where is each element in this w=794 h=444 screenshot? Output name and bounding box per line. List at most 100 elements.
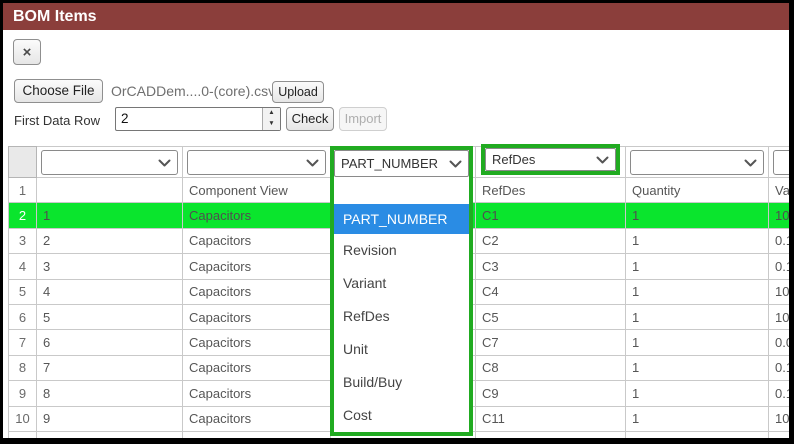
part-number-dropdown-list: PART_NUMBER Revision Variant RefDes Unit Buil… [334,178,469,432]
row-number: 5 [8,278,37,305]
first-data-row-input[interactable]: 2 ▲ ▼ [115,107,281,131]
table-cell: C2 [475,227,626,255]
part-number-select-value: PART_NUMBER [341,156,439,171]
table-cell: Capacitors [182,405,331,432]
screen: { "window": { "title": "BOM Items" }, "c… [0,0,794,444]
row-number: 9 [8,380,37,407]
table-cell: Capacitors [182,329,331,356]
chevron-down-icon [158,159,171,166]
mapper-cell-1 [36,146,183,178]
mapper-cell-6 [768,146,789,178]
row-number: 4 [8,253,37,280]
table-cell: C9 [475,380,626,407]
chevron-down-icon [449,160,462,167]
upload-button[interactable]: Upload [272,81,324,103]
column-mapper-select-6[interactable] [773,150,789,175]
refdes-mapper-highlight: RefDes [481,144,620,175]
row-number: 11 [8,430,37,438]
table-cell: C1 [475,202,626,229]
import-button: Import [339,107,387,131]
choose-file-button[interactable]: Choose File [14,79,103,103]
table-cell: Quantity [625,176,769,204]
table-cell: 0.1 [768,253,789,280]
table-cell: 1 [625,202,769,229]
spin-up-icon[interactable]: ▲ [263,108,280,119]
first-data-row-label: First Data Row [14,113,100,128]
refdes-column-select[interactable]: RefDes [485,148,616,171]
table-cell: 1 [625,227,769,255]
chevron-down-icon [744,159,757,166]
table-cell: 0.0 [768,329,789,356]
table-cell: C5 [475,303,626,331]
table-cell: RefDes [475,176,626,204]
dialog-titlebar: BOM Items [3,3,789,30]
table-cell: C3 [475,253,626,280]
column-mapper-select-2[interactable] [187,150,326,175]
dropdown-option-part-number[interactable]: PART_NUMBER [334,204,469,234]
dropdown-option-variant[interactable]: Variant [334,267,469,300]
table-cell: Capacitors [182,380,331,407]
table-cell: Capacitors [182,430,331,438]
table-cell: C7 [475,329,626,356]
first-data-row-value: 2 [121,111,129,126]
table-cell: Capacitors [182,303,331,331]
table-cell: Capacitors [182,227,331,255]
table-cell [36,176,183,204]
check-button[interactable]: Check [286,107,334,131]
row-number: 8 [8,354,37,382]
table-cell: 1 [625,329,769,356]
table-cell: Value [768,176,789,204]
row-number: 6 [8,303,37,331]
row-number: 3 [8,227,37,255]
mapper-cell-2 [182,146,331,178]
close-icon: × [22,43,32,61]
table-cell: Capacitors [182,354,331,382]
dropdown-option-build-buy[interactable]: Build/Buy [334,366,469,399]
table-cell: 10 [36,430,183,438]
refdes-select-value: RefDes [492,152,536,167]
table-cell: 6 [36,329,183,356]
row-number: 10 [8,405,37,432]
table-cell: Capacitors [182,202,331,229]
table-cell: 4 [36,278,183,305]
mapper-cell-5 [625,146,769,178]
row-number: 7 [8,329,37,356]
table-cell: Capacitors [182,278,331,305]
table-cell: Capacitors [182,253,331,280]
dropdown-option-unit[interactable]: Unit [334,333,469,366]
table-cell: C4 [475,278,626,305]
dropdown-option-blank[interactable] [334,178,469,204]
table-cell: 100 [768,278,789,305]
table-cell: 8 [36,380,183,407]
table-cell: 1 [625,253,769,280]
table-cell: 0.1 [768,227,789,255]
row-number: 1 [8,176,37,204]
column-mapper-select-5[interactable] [630,150,764,175]
dialog-title: BOM Items [13,8,97,25]
close-button[interactable]: × [13,39,41,65]
table-cell: 1 [36,202,183,229]
table-cell: 2 [36,227,183,255]
part-number-column-select[interactable]: PART_NUMBER [334,150,469,177]
table-cell: 1 [625,303,769,331]
column-mapper-select-1[interactable] [41,150,178,175]
table-cell: 1 [625,354,769,382]
table-cell: C8 [475,354,626,382]
table-cell: 100 [768,405,789,432]
row-number-header [8,146,37,178]
table-cell: 0.1 [768,354,789,382]
table-cell: 9 [36,405,183,432]
table-cell: C11 [475,405,626,432]
dropdown-option-cost[interactable]: Cost [334,399,469,432]
bom-items-dialog: BOM Items × Choose File OrCADDem....0-(c… [3,3,789,438]
table-cell: 1 [625,430,769,438]
table-cell: 3 [36,253,183,280]
dropdown-option-refdes[interactable]: RefDes [334,300,469,333]
spinner-control: ▲ ▼ [262,108,280,130]
table-cell: Component View [182,176,331,204]
spin-down-icon[interactable]: ▼ [263,119,280,130]
dropdown-option-revision[interactable]: Revision [334,234,469,267]
chevron-down-icon [306,159,319,166]
table-cell: 1 [625,278,769,305]
table-cell: 5 [36,303,183,331]
